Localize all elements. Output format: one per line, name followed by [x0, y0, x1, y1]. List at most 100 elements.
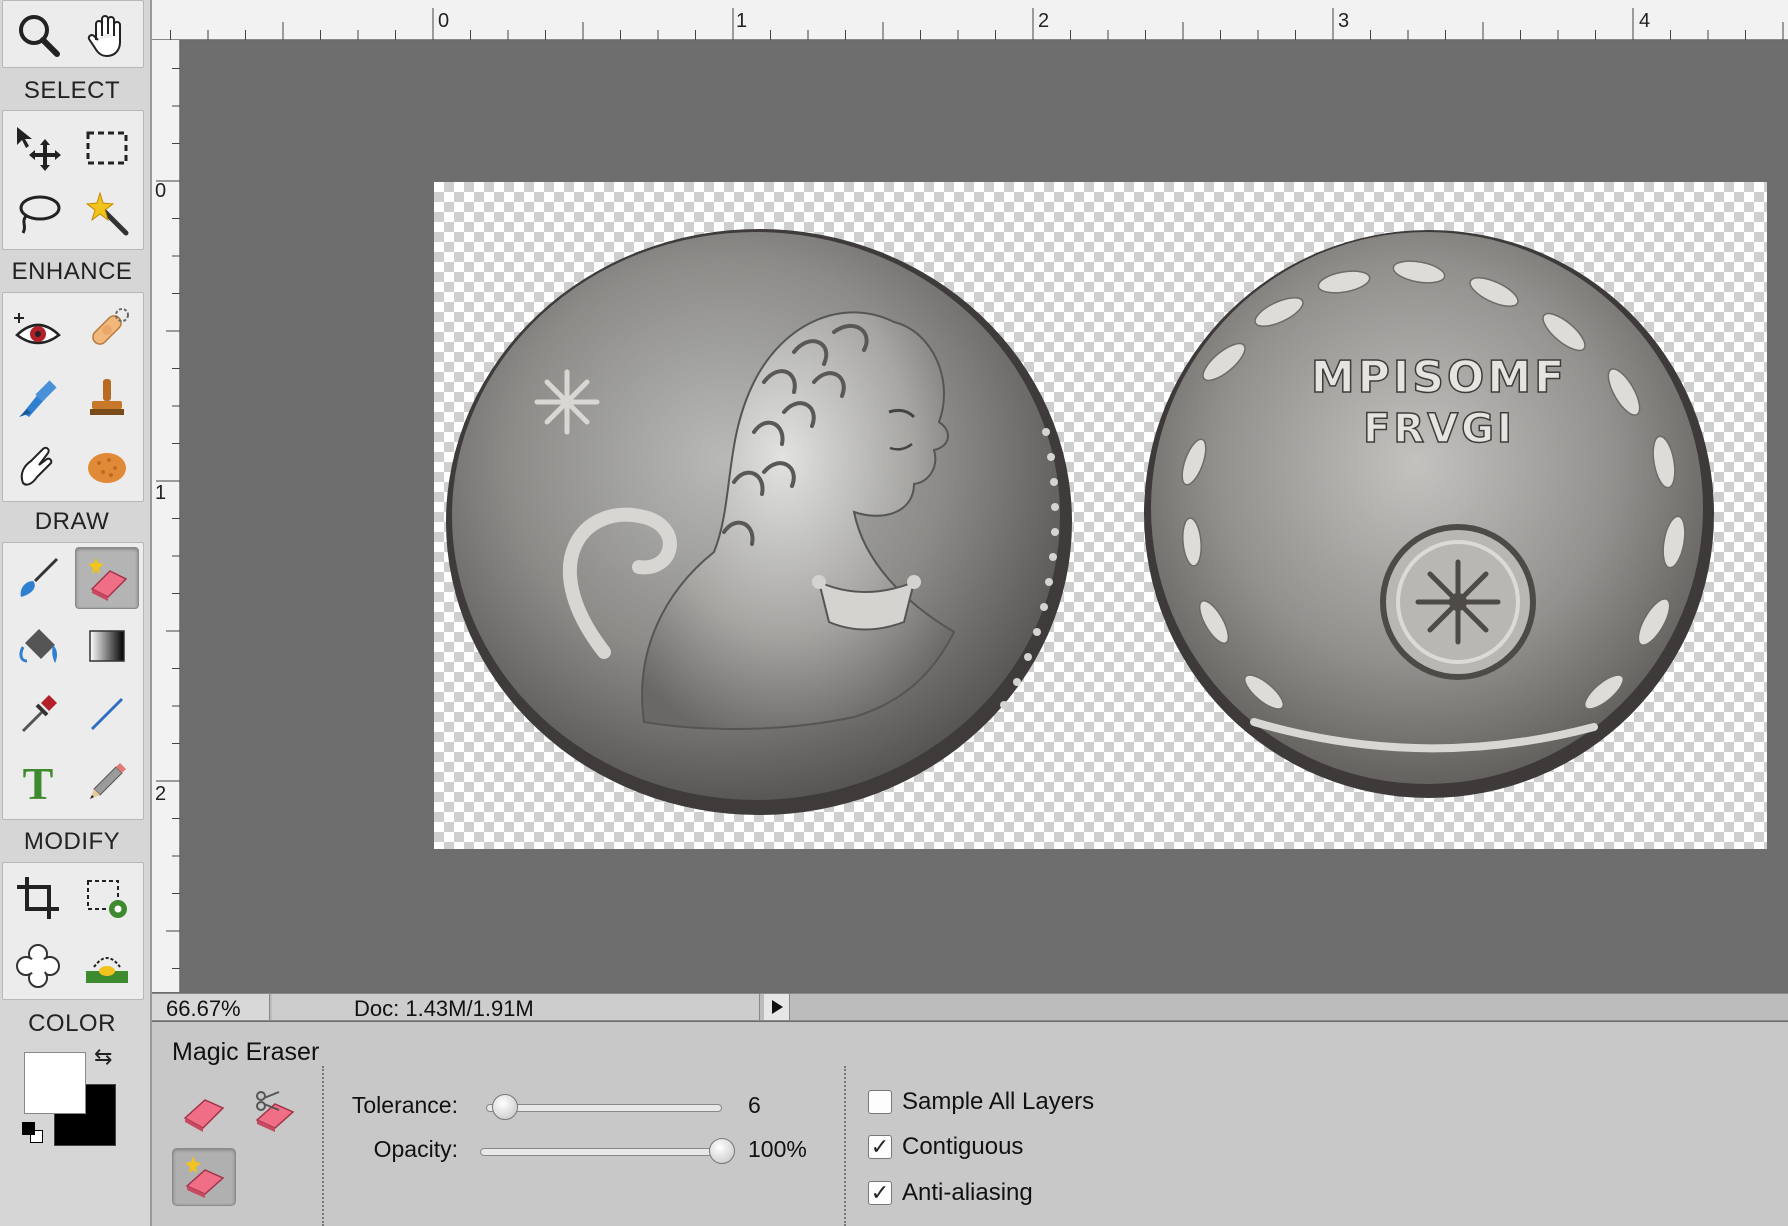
ruler-top-label-1: 1 — [736, 10, 748, 32]
magic-eraser-icon — [88, 557, 128, 601]
opacity-label: Opacity: — [373, 1136, 458, 1162]
eraser-mode-button[interactable] — [172, 1082, 236, 1140]
modify-section-label: MODIFY — [23, 828, 121, 855]
bandage-icon — [92, 308, 129, 345]
status-menu-arrow-icon[interactable] — [764, 994, 790, 1020]
ruler-left-label-1: 1 — [155, 482, 167, 504]
paint-bucket-icon — [19, 629, 57, 663]
spot-healing-tool[interactable] — [75, 299, 139, 361]
zoom-level[interactable]: 66.67% — [152, 994, 270, 1020]
straighten-tool[interactable] — [75, 935, 139, 997]
type-tool[interactable]: T — [6, 751, 70, 813]
tolerance-slider-thumb[interactable] — [491, 1094, 518, 1120]
select-tools-group — [2, 110, 144, 250]
options-separator-2 — [844, 1066, 846, 1226]
color-swatches: ⇆ — [22, 1046, 122, 1150]
magic-wand-icon — [85, 191, 129, 236]
document-image[interactable]: MPISOMF FRVGI — [434, 182, 1767, 849]
pencil-icon — [90, 763, 126, 799]
coin-inscription-line-2: FRVGI — [1363, 406, 1515, 452]
contiguous-option[interactable]: ✓ Contiguous — [868, 1133, 1023, 1161]
enhance-tools-group — [2, 292, 144, 502]
move-arrow-icon — [17, 127, 61, 171]
tolerance-value[interactable]: 6 — [748, 1092, 761, 1119]
brush-tool[interactable] — [6, 547, 70, 609]
magic-eraser-icon — [185, 1156, 225, 1198]
opacity-slider[interactable] — [480, 1138, 735, 1164]
horizontal-ruler: 0 1 2 3 4 — [152, 0, 1788, 40]
anti-aliasing-option[interactable]: ✓ Anti-aliasing — [868, 1179, 1033, 1207]
ruler-top-ticks — [170, 8, 1784, 40]
ruler-top-label-3: 3 — [1338, 10, 1350, 32]
eye-icon — [14, 313, 61, 345]
sponge-tool[interactable] — [75, 435, 139, 497]
gradient-icon — [89, 630, 125, 662]
blur-tool[interactable] — [6, 367, 70, 429]
pencil-tool[interactable] — [75, 751, 139, 813]
hand-tool[interactable] — [75, 4, 139, 66]
eyedropper-icon — [21, 695, 57, 733]
tool-options-panel: Magic Eraser Tolerance: 6 Opacity: 100% … — [152, 1022, 1788, 1226]
canvas-area[interactable]: MPISOMF FRVGI — [181, 41, 1788, 992]
recompose-tool[interactable] — [75, 867, 139, 929]
coin-inscription-line-1: MPISOMF — [1311, 352, 1567, 403]
paintbrush-icon — [20, 557, 59, 597]
move-tool[interactable] — [6, 117, 70, 179]
paint-bucket-tool[interactable] — [6, 615, 70, 677]
line-tool[interactable] — [75, 683, 139, 745]
select-section-label: SELECT — [23, 77, 121, 104]
vertical-ruler: 0 1 2 — [152, 40, 180, 992]
finger-icon — [20, 446, 53, 486]
foreground-color-swatch[interactable] — [24, 1052, 86, 1114]
rectangular-marquee-tool[interactable] — [75, 117, 139, 179]
recompose-icon — [87, 880, 127, 918]
default-colors-icon[interactable] — [22, 1122, 44, 1144]
crop-icon — [17, 877, 59, 919]
red-eye-tool[interactable] — [6, 299, 70, 361]
contiguous-label: Contiguous — [902, 1133, 1024, 1160]
document-size-readout: Doc: 1.43M/1.91M — [272, 994, 760, 1021]
enhance-section-label: ENHANCE — [11, 258, 133, 285]
opacity-slider-thumb[interactable] — [709, 1138, 735, 1164]
coin-reverse: MPISOMF FRVGI — [1144, 230, 1714, 798]
coin-obverse — [446, 229, 1072, 815]
zoom-tool[interactable] — [6, 4, 70, 66]
hand-icon — [87, 15, 121, 58]
gradient-tool[interactable] — [75, 615, 139, 677]
opacity-value[interactable]: 100% — [748, 1136, 807, 1163]
color-section-label: COLOR — [28, 1010, 116, 1037]
type-T-icon: T — [23, 758, 54, 807]
eraser-tool[interactable] — [75, 547, 139, 609]
clone-stamp-tool[interactable] — [75, 367, 139, 429]
eyedropper-tool[interactable] — [6, 683, 70, 745]
flower-shape-icon — [16, 944, 60, 988]
background-eraser-mode-button[interactable] — [242, 1082, 306, 1140]
sample-all-layers-checkbox[interactable] — [868, 1090, 892, 1114]
ruler-top-label-2: 2 — [1038, 10, 1050, 32]
eraser-icon — [183, 1099, 225, 1132]
stamp-icon — [90, 379, 124, 415]
lasso-tool[interactable] — [6, 183, 70, 245]
toolbox: SELECT ENHANCE DRAW T MODIFY COLOR ⇆ — [0, 0, 152, 1226]
tolerance-slider[interactable] — [486, 1094, 722, 1120]
tool-options-title: Magic Eraser — [172, 1038, 320, 1066]
magic-wand-tool[interactable] — [75, 183, 139, 245]
tolerance-label: Tolerance: — [351, 1092, 458, 1118]
view-tools-group — [2, 0, 144, 68]
sample-all-layers-option[interactable]: Sample All Layers — [868, 1088, 1094, 1116]
ruler-top-label-4: 4 — [1639, 10, 1651, 32]
contiguous-checkbox[interactable]: ✓ — [868, 1135, 892, 1159]
ruler-left-label-2: 2 — [155, 783, 167, 805]
crop-tool[interactable] — [6, 867, 70, 929]
photo-editor-window: SELECT ENHANCE DRAW T MODIFY COLOR ⇆ 0 1… — [0, 0, 1788, 1226]
background-eraser-icon — [255, 1091, 295, 1132]
magnifier-icon — [19, 15, 60, 57]
magic-eraser-mode-button[interactable] — [172, 1148, 236, 1206]
swap-colors-icon[interactable]: ⇆ — [94, 1046, 112, 1068]
smudge-tool[interactable] — [6, 435, 70, 497]
anti-aliasing-checkbox[interactable]: ✓ — [868, 1181, 892, 1205]
modify-tools-group — [2, 862, 144, 1000]
sample-all-layers-label: Sample All Layers — [902, 1088, 1095, 1115]
svg-text:T: T — [23, 758, 54, 807]
cookie-cutter-tool[interactable] — [6, 935, 70, 997]
